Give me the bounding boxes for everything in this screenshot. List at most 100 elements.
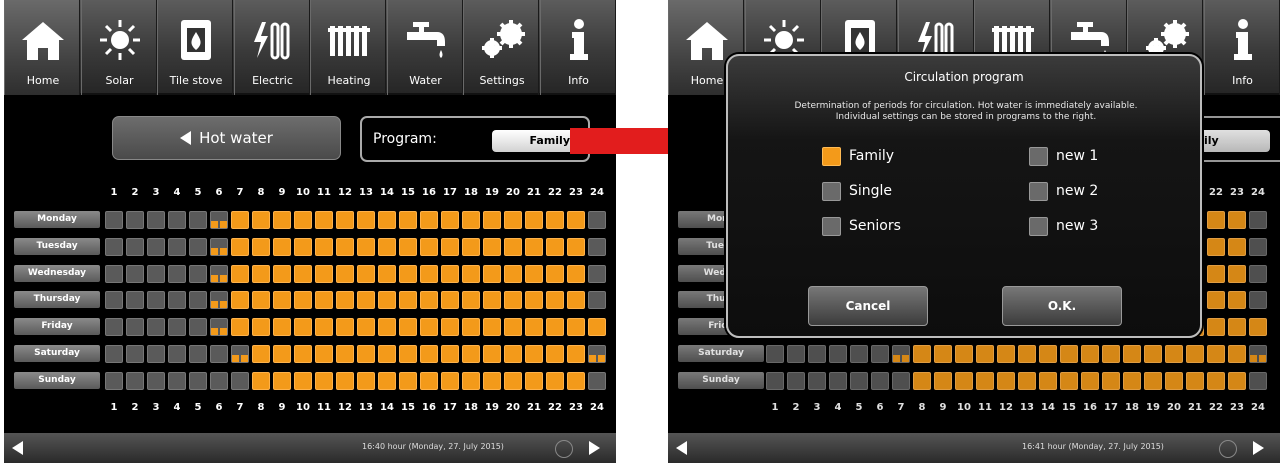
schedule-cell[interactable] <box>567 291 585 310</box>
schedule-cell[interactable] <box>378 318 396 337</box>
schedule-cell[interactable] <box>315 371 333 390</box>
nav-heating[interactable]: Heating <box>310 0 386 95</box>
schedule-cell[interactable] <box>441 318 459 337</box>
next-arrow-icon[interactable] <box>589 441 600 455</box>
schedule-cell[interactable] <box>231 371 249 390</box>
schedule-cell[interactable] <box>588 345 606 363</box>
schedule-cell[interactable] <box>420 291 438 310</box>
schedule-cell[interactable] <box>210 371 228 390</box>
schedule-cell[interactable] <box>567 345 585 363</box>
day-label[interactable]: Friday <box>14 318 100 336</box>
schedule-cell[interactable] <box>147 264 165 283</box>
schedule-cell[interactable] <box>462 211 480 229</box>
schedule-cell[interactable] <box>504 371 522 390</box>
schedule-cell[interactable] <box>399 291 417 310</box>
schedule-cell[interactable] <box>105 318 123 337</box>
schedule-cell[interactable] <box>483 291 501 310</box>
next-arrow-icon[interactable] <box>1253 441 1264 455</box>
schedule-cell[interactable] <box>336 371 354 390</box>
schedule-cell[interactable] <box>294 237 312 256</box>
schedule-cell[interactable] <box>546 211 564 229</box>
schedule-cell[interactable] <box>168 264 186 283</box>
schedule-cell[interactable] <box>588 371 606 390</box>
schedule-cell[interactable] <box>462 291 480 310</box>
schedule-cell[interactable] <box>483 211 501 229</box>
schedule-cell[interactable] <box>420 264 438 283</box>
nav-info[interactable]: Info <box>1203 0 1280 95</box>
schedule-cell[interactable] <box>546 345 564 363</box>
schedule-cell[interactable] <box>189 318 207 337</box>
schedule-cell[interactable] <box>483 371 501 390</box>
schedule-cell[interactable] <box>504 264 522 283</box>
schedule-cell[interactable] <box>420 211 438 229</box>
program-option-seniors[interactable]: Seniors <box>822 216 901 236</box>
schedule-cell[interactable] <box>567 237 585 256</box>
schedule-cell[interactable] <box>294 264 312 283</box>
schedule-cell[interactable] <box>483 264 501 283</box>
schedule-cell[interactable] <box>252 291 270 310</box>
schedule-cell[interactable] <box>378 291 396 310</box>
schedule-cell[interactable] <box>105 291 123 310</box>
nav-solar[interactable]: Solar <box>80 0 157 95</box>
day-label[interactable]: Sunday <box>14 371 100 389</box>
schedule-cell[interactable] <box>357 345 375 363</box>
schedule-cell[interactable] <box>483 318 501 337</box>
hot-water-back-button[interactable]: Hot water <box>112 116 341 160</box>
schedule-cell[interactable] <box>462 318 480 337</box>
schedule-cell[interactable] <box>483 237 501 256</box>
schedule-cell[interactable] <box>462 264 480 283</box>
schedule-cell[interactable] <box>168 211 186 229</box>
globe-icon[interactable] <box>1219 440 1237 458</box>
schedule-cell[interactable] <box>420 318 438 337</box>
schedule-cell[interactable] <box>294 291 312 310</box>
checkbox[interactable] <box>1029 146 1048 166</box>
schedule-cell[interactable] <box>399 345 417 363</box>
schedule-cell[interactable] <box>315 318 333 337</box>
schedule-cell[interactable] <box>252 345 270 363</box>
schedule-cell[interactable] <box>189 291 207 310</box>
schedule-cell[interactable] <box>336 211 354 229</box>
program-option-new-1[interactable]: new 1 <box>1029 146 1098 166</box>
schedule-cell[interactable] <box>420 371 438 390</box>
schedule-cell[interactable] <box>336 264 354 283</box>
schedule-cell[interactable] <box>252 264 270 283</box>
schedule-cell[interactable] <box>525 264 543 283</box>
schedule-cell[interactable] <box>126 291 144 310</box>
schedule-cell[interactable] <box>546 237 564 256</box>
schedule-cell[interactable] <box>273 211 291 229</box>
program-option-family[interactable]: Family <box>822 146 894 166</box>
program-option-single[interactable]: Single <box>822 181 892 201</box>
schedule-cell[interactable] <box>168 237 186 256</box>
schedule-cell[interactable] <box>441 291 459 310</box>
schedule-cell[interactable] <box>126 371 144 390</box>
schedule-cell[interactable] <box>252 211 270 229</box>
schedule-cell[interactable] <box>168 291 186 310</box>
schedule-cell[interactable] <box>126 345 144 363</box>
checkbox-checked[interactable] <box>822 146 841 166</box>
schedule-cell[interactable] <box>147 371 165 390</box>
schedule-cell[interactable] <box>336 291 354 310</box>
day-label[interactable]: Monday <box>14 211 100 228</box>
schedule-cell[interactable] <box>273 318 291 337</box>
schedule-cell[interactable] <box>105 264 123 283</box>
schedule-cell[interactable] <box>231 264 249 283</box>
schedule-cell[interactable] <box>210 345 228 363</box>
schedule-cell[interactable] <box>147 291 165 310</box>
day-label[interactable]: Tuesday <box>14 237 100 255</box>
schedule-cell[interactable] <box>105 371 123 390</box>
schedule-cell[interactable] <box>273 345 291 363</box>
schedule-cell[interactable] <box>567 211 585 229</box>
schedule-cell[interactable] <box>525 211 543 229</box>
previous-arrow-icon[interactable] <box>12 441 23 455</box>
schedule-cell[interactable] <box>189 211 207 229</box>
schedule-cell[interactable] <box>378 371 396 390</box>
schedule-cell[interactable] <box>105 211 123 229</box>
schedule-cell[interactable] <box>525 237 543 256</box>
schedule-cell[interactable] <box>210 237 228 256</box>
nav-settings[interactable]: Settings <box>463 0 539 95</box>
schedule-cell[interactable] <box>399 264 417 283</box>
checkbox[interactable] <box>822 181 841 201</box>
schedule-cell[interactable] <box>462 237 480 256</box>
schedule-cell[interactable] <box>231 318 249 337</box>
schedule-cell[interactable] <box>525 345 543 363</box>
